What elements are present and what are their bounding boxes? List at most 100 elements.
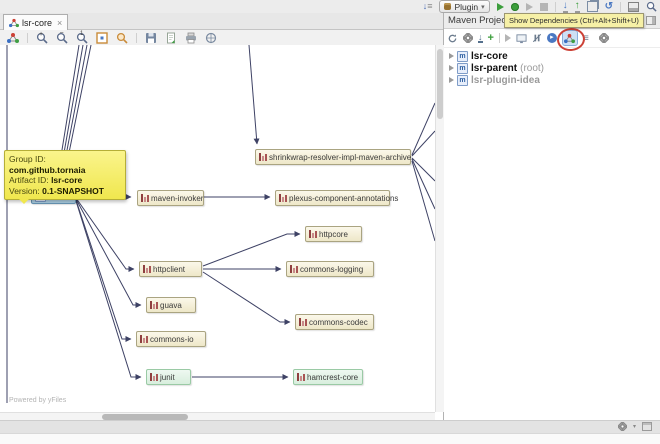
- node-label: hamcrest-core: [307, 372, 359, 382]
- dependency-graph-icon: [9, 18, 19, 28]
- graph-node[interactable]: guava: [146, 297, 196, 313]
- status-bar: [0, 433, 660, 444]
- maven-module-icon: m: [457, 50, 468, 62]
- node-label: commons-io: [150, 334, 194, 344]
- tree-item-label: lsr-core: [471, 50, 508, 62]
- editor-tab-bar: lsr-core ×: [0, 13, 443, 30]
- node-label: commons-logging: [300, 264, 364, 274]
- expand-arrow-icon[interactable]: [449, 77, 454, 83]
- graph-node[interactable]: commons-io: [136, 331, 206, 347]
- node-label: commons-codec: [309, 317, 368, 327]
- graph-node[interactable]: httpcore: [305, 226, 362, 242]
- maven-settings-icon[interactable]: [599, 33, 609, 43]
- close-icon[interactable]: ×: [57, 18, 62, 28]
- library-icon: [259, 153, 267, 161]
- vertical-scrollbar[interactable]: [435, 45, 444, 412]
- library-icon: [290, 265, 298, 273]
- tab-lsr-core[interactable]: lsr-core ×: [3, 14, 69, 30]
- maven-projects-tree: m lsr-core m lsr-parent (root) m lsr-plu…: [444, 48, 660, 86]
- sort-icon[interactable]: ↓≡: [423, 0, 433, 13]
- library-icon: [279, 194, 287, 202]
- chevron-down-icon: ▾: [632, 424, 636, 430]
- library-icon: [299, 318, 307, 326]
- diff-icon[interactable]: [586, 1, 598, 12]
- library-icon: [143, 265, 151, 273]
- open-preview-icon[interactable]: [205, 32, 217, 44]
- graph-node[interactable]: httpclient: [139, 261, 202, 277]
- actual-size-icon[interactable]: 1: [76, 31, 88, 44]
- graph-node[interactable]: commons-logging: [286, 261, 374, 277]
- tree-item-label: lsr-parent: [471, 62, 518, 74]
- zoom-out-icon[interactable]: −: [56, 30, 68, 44]
- band-icons: ▾: [618, 422, 652, 431]
- node-label: shrinkwrap-resolver-impl-maven-archive: [269, 152, 412, 162]
- print-icon[interactable]: [185, 32, 197, 44]
- node-label: guava: [160, 300, 182, 310]
- zoom-region-icon[interactable]: [116, 32, 128, 44]
- scrollbar-thumb[interactable]: [437, 49, 443, 119]
- toolbar-separator: [136, 32, 137, 43]
- gear-icon[interactable]: [618, 422, 627, 431]
- vcs-commit-button[interactable]: ↑: [574, 0, 580, 13]
- tree-item-label: lsr-plugin-idea: [471, 74, 540, 86]
- maven-module-icon: m: [457, 74, 468, 86]
- run-button[interactable]: [496, 2, 504, 11]
- layout-settings-icon[interactable]: [7, 32, 19, 44]
- main-toolbar: ↓≡ Plugin ▾ ↓ ↑ ↺: [423, 0, 657, 13]
- library-icon: [150, 301, 158, 309]
- profile-button[interactable]: [525, 2, 533, 11]
- graph-node[interactable]: junit: [146, 369, 191, 385]
- add-project-icon[interactable]: +: [488, 32, 494, 44]
- graph-node[interactable]: plexus-component-annotations: [275, 190, 398, 206]
- execute-goal-icon[interactable]: [504, 34, 511, 42]
- tree-item-lsr-parent[interactable]: m lsr-parent (root): [444, 62, 660, 74]
- graph-editor-pane: lsr-core × + − 1 shrinkwrap-resolver-imp…: [0, 13, 444, 421]
- stop-button[interactable]: [539, 2, 548, 11]
- chevron-down-icon: ▾: [481, 3, 485, 11]
- tree-item-suffix: (root): [520, 62, 545, 74]
- toolwindow-icon[interactable]: [628, 1, 639, 12]
- offline-mode-icon[interactable]: [516, 33, 527, 44]
- search-icon[interactable]: [646, 1, 657, 12]
- graph-node[interactable]: commons-codec: [295, 314, 374, 330]
- node-label: maven-invoker: [151, 193, 204, 203]
- skip-tests-icon[interactable]: [532, 33, 542, 43]
- expand-arrow-icon[interactable]: [449, 53, 454, 59]
- show-dependencies-tooltip: Show Dependencies (Ctrl+Alt+Shift+U): [504, 13, 644, 28]
- top-toolbar-strip: ↓≡ Plugin ▾ ↓ ↑ ↺: [0, 0, 660, 14]
- tab-label: lsr-core: [22, 17, 53, 28]
- graph-toolbar: + − 1: [0, 30, 443, 46]
- dependency-graph-canvas[interactable]: shrinkwrap-resolver-impl-maven-archive m…: [0, 45, 435, 412]
- node-label: httpclient: [153, 264, 186, 274]
- toolbar-separator: [498, 33, 500, 43]
- save-icon[interactable]: [145, 32, 157, 44]
- powered-by-label: Powered by yFiles: [9, 397, 67, 404]
- bottom-gray-band: ▾: [0, 420, 660, 434]
- tree-item-lsr-plugin-idea[interactable]: m lsr-plugin-idea: [444, 74, 660, 86]
- fit-content-icon[interactable]: [96, 32, 108, 44]
- node-info-tooltip: Group ID: com.github.tornaia Artifact ID…: [4, 150, 126, 204]
- run-configuration-dropdown[interactable]: Plugin ▾: [439, 0, 490, 13]
- graph-edges: [6, 45, 435, 403]
- toolbar-separator: [620, 1, 621, 12]
- zoom-in-icon[interactable]: +: [36, 31, 48, 44]
- undo-button[interactable]: ↺: [605, 1, 613, 12]
- tree-item-lsr-core[interactable]: m lsr-core: [444, 50, 660, 62]
- toolbar-separator: [27, 32, 28, 43]
- graph-node[interactable]: hamcrest-core: [293, 369, 363, 385]
- hide-panel-icon[interactable]: [646, 16, 656, 25]
- maven-projects-panel: Maven Projects ▾ ↓ + ▸ ≡ m lsr-core: [444, 13, 660, 420]
- graph-node[interactable]: shrinkwrap-resolver-impl-maven-archive: [255, 149, 411, 165]
- window-icon[interactable]: [642, 422, 652, 431]
- panel-toolbar: ↓ + ▸ ≡: [444, 26, 660, 53]
- reimport-icon[interactable]: [447, 33, 458, 44]
- generate-sources-icon[interactable]: [463, 33, 473, 43]
- expand-arrow-icon[interactable]: [449, 65, 454, 71]
- download-sources-icon[interactable]: ↓: [478, 33, 483, 43]
- coverage-button[interactable]: [510, 2, 519, 11]
- node-label: plexus-component-annotations: [289, 193, 399, 203]
- vcs-update-button[interactable]: ↓: [562, 0, 568, 13]
- export-image-icon[interactable]: [165, 32, 177, 44]
- navigate-icon[interactable]: ▸: [546, 33, 557, 43]
- graph-node[interactable]: maven-invoker: [137, 190, 204, 206]
